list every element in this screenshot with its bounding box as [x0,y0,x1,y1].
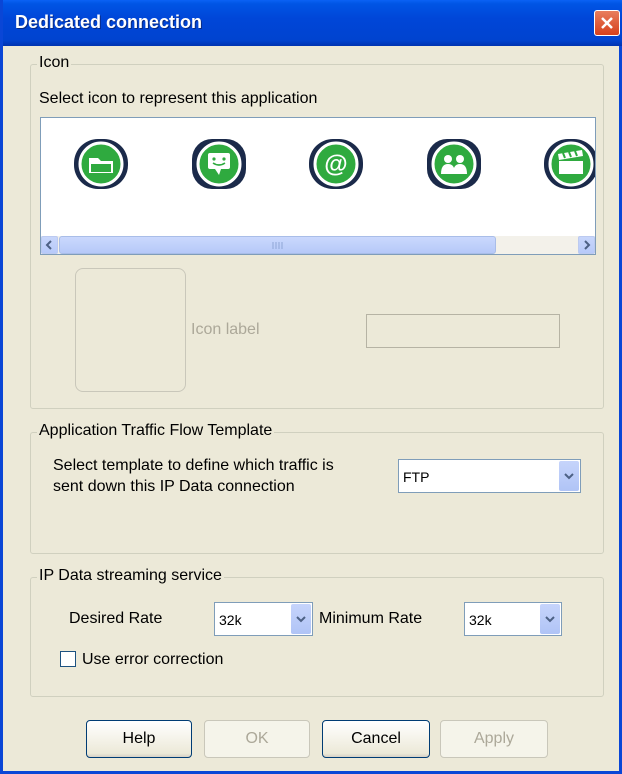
icon-label-caption: Icon label [191,321,260,338]
window-title: Dedicated connection [15,12,203,32]
icon-group-legend: Icon [37,54,72,72]
icon-label-field[interactable] [366,314,560,348]
minimum-rate-select[interactable]: 32k [464,602,562,636]
cancel-button[interactable]: Cancel [322,720,430,758]
close-button[interactable] [594,10,620,36]
clapperboard-icon[interactable] [541,134,596,194]
grip-icon [272,242,283,249]
template-select-value: FTP [403,469,430,485]
scroll-left-button[interactable] [41,236,58,254]
icon-list-scrollbar[interactable] [41,236,595,254]
desired-rate-value: 32k [219,612,242,628]
desired-rate-label: Desired Rate [69,610,163,627]
ok-button[interactable]: OK [204,720,310,758]
chevron-down-icon [545,616,555,623]
ip-streaming-legend: IP Data streaming service [37,567,224,585]
chevron-right-icon [584,240,591,250]
chat-icon[interactable] [189,134,249,194]
apply-button[interactable]: Apply [440,720,548,758]
traffic-description-line2: sent down this IP Data connection [53,478,295,495]
error-correction-checkbox[interactable] [60,651,76,667]
ip-streaming-group: IP Data streaming service [30,567,604,697]
template-select[interactable]: FTP [398,459,581,493]
title-bar[interactable]: Dedicated connection [3,0,622,46]
icon-preview [75,268,186,392]
people-icon[interactable] [424,134,484,194]
error-correction-label[interactable]: Use error correction [82,651,223,669]
minimum-rate-label: Minimum Rate [319,610,423,627]
template-dropdown-button[interactable] [559,461,579,491]
svg-text:@: @ [324,151,347,178]
chevron-left-icon [45,240,52,250]
scroll-thumb[interactable] [59,236,496,254]
folder-icon[interactable] [71,134,131,194]
traffic-description-line1: Select template to define which traffic … [53,457,334,474]
traffic-template-legend: Application Traffic Flow Template [37,422,275,440]
chevron-down-icon [564,473,574,480]
email-at-icon[interactable]: @ [306,134,366,194]
desired-rate-dropdown-button[interactable] [291,604,311,634]
minimum-rate-dropdown-button[interactable] [540,604,560,634]
icon-list[interactable]: @ [40,117,596,255]
scroll-right-button[interactable] [578,236,595,254]
minimum-rate-value: 32k [469,612,492,628]
close-icon [601,17,613,29]
chevron-down-icon [296,616,306,623]
icon-instruction: Select icon to represent this applicatio… [39,90,318,107]
help-button[interactable]: Help [86,720,192,758]
desired-rate-select[interactable]: 32k [214,602,313,636]
